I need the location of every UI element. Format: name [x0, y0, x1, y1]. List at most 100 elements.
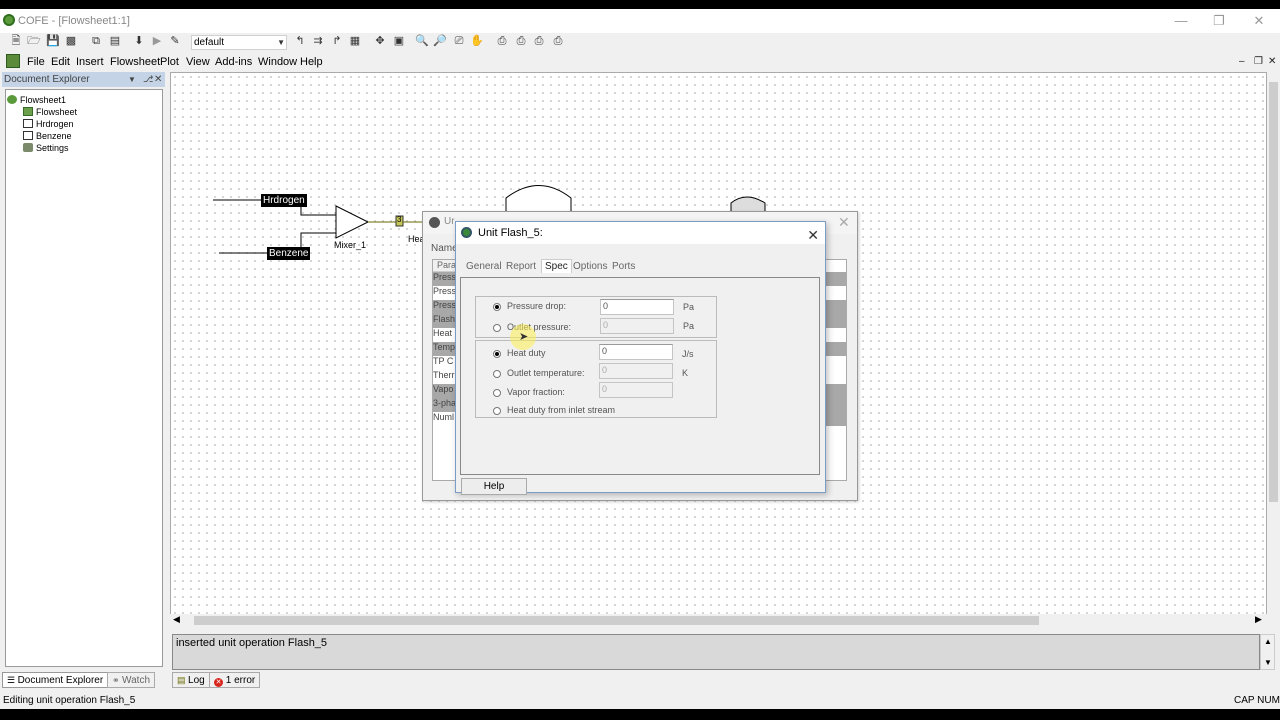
- document-icon[interactable]: [6, 54, 20, 68]
- outlet-temperature-field[interactable]: 0: [599, 363, 673, 379]
- tree-item-hrdrogen[interactable]: Hrdrogen: [23, 118, 162, 130]
- run-icon[interactable]: ▶: [150, 34, 164, 48]
- pan-icon[interactable]: ✋: [470, 34, 484, 48]
- error-icon: ✕: [214, 678, 223, 687]
- open-folder-icon[interactable]: 🗁: [27, 34, 41, 48]
- tab-options[interactable]: Options: [573, 261, 607, 272]
- stream-label-hydrogen[interactable]: Hrdrogen: [261, 194, 307, 207]
- parameter-row[interactable]: 3-pha: [433, 398, 457, 412]
- tree-item-benzene[interactable]: Benzene: [23, 130, 162, 142]
- parameter-row[interactable]: Press: [433, 272, 457, 286]
- parameter-row[interactable]: Heat: [433, 328, 457, 342]
- calculate-icon[interactable]: ⬇: [132, 34, 146, 48]
- select-icon[interactable]: ▣: [392, 34, 406, 48]
- radio-heat-duty-inlet[interactable]: [493, 407, 501, 415]
- zoom-fit-icon[interactable]: ⎚: [452, 34, 466, 48]
- close-icon[interactable]: ✕: [154, 72, 162, 87]
- parameter-row[interactable]: TP C: [433, 356, 457, 370]
- new-file-icon[interactable]: 🗎: [9, 34, 23, 48]
- document-explorer-header: Document Explorer ▼ ⎇ ✕: [2, 72, 165, 87]
- parameter-row[interactable]: Temp: [433, 342, 457, 356]
- copy-icon[interactable]: ⧉: [89, 34, 103, 48]
- mdi-minimize-button[interactable]: –: [1239, 56, 1245, 67]
- insert-unit-icon[interactable]: ▦: [348, 34, 362, 48]
- scheme-select[interactable]: default ▼: [191, 35, 287, 50]
- paste-icon[interactable]: ▤: [108, 34, 122, 48]
- tab-label: Watch: [122, 675, 151, 686]
- menu-insert[interactable]: Insert: [76, 56, 104, 68]
- menu-plot[interactable]: Plot: [160, 56, 179, 68]
- restore-button[interactable]: ❐: [1204, 11, 1234, 31]
- log-scrollbar[interactable]: ▲ ▼: [1260, 634, 1275, 670]
- mdi-restore-button[interactable]: ❐: [1254, 56, 1263, 67]
- insert-energy-icon[interactable]: ↱: [330, 34, 344, 48]
- tree-item-flowsheet[interactable]: Flowsheet: [23, 106, 162, 118]
- save-icon[interactable]: 💾: [46, 34, 60, 48]
- help-button[interactable]: Help: [461, 478, 527, 495]
- menu-addins[interactable]: Add-ins: [215, 56, 252, 68]
- print-setup-icon[interactable]: ⎙: [532, 34, 546, 48]
- print-icon[interactable]: ⎙: [495, 34, 509, 48]
- print-preview-icon[interactable]: ⎙: [514, 34, 528, 48]
- outlet-pressure-field[interactable]: 0: [600, 318, 674, 334]
- menu-window[interactable]: Window: [258, 56, 297, 68]
- parameter-row[interactable]: Therr: [433, 370, 457, 384]
- tab-spec[interactable]: Spec: [541, 259, 572, 273]
- parameter-row[interactable]: Press: [433, 286, 457, 300]
- menu-view[interactable]: View: [186, 56, 210, 68]
- tab-watch[interactable]: ⚭ Watch: [107, 672, 156, 688]
- scroll-up-icon[interactable]: ▲: [1264, 637, 1272, 646]
- tree-item-flowsheet1[interactable]: Flowsheet1: [7, 94, 162, 106]
- heat-duty-field[interactable]: 0: [599, 344, 673, 360]
- parameter-row[interactable]: Press: [433, 300, 457, 314]
- tab-report[interactable]: Report: [506, 261, 536, 272]
- radio-outlet-pressure[interactable]: [493, 324, 501, 332]
- scroll-down-icon[interactable]: ▼: [1264, 658, 1272, 667]
- tab-general[interactable]: General: [466, 261, 502, 272]
- menu-help[interactable]: Help: [300, 56, 323, 68]
- insert-stream-icon[interactable]: ⇉: [311, 34, 325, 48]
- zoom-out-icon[interactable]: 🔎: [433, 34, 447, 48]
- minimize-button[interactable]: —: [1166, 11, 1196, 31]
- radio-heat-duty[interactable]: [493, 350, 501, 358]
- parameter-row[interactable]: Flash: [433, 314, 457, 328]
- scroll-left-icon[interactable]: ◀: [173, 614, 180, 625]
- menu-file[interactable]: File: [27, 56, 45, 68]
- radio-vapor-fraction[interactable]: [493, 389, 501, 397]
- tab-document-explorer[interactable]: ☰ Document Explorer: [2, 672, 109, 688]
- unit-label-mixer[interactable]: Mixer_1: [334, 240, 366, 250]
- export-icon[interactable]: ⎙: [551, 34, 565, 48]
- close-icon[interactable]: ✕: [838, 214, 850, 231]
- connect-icon[interactable]: ↰: [293, 34, 307, 48]
- chevron-down-icon[interactable]: ▼: [128, 72, 136, 87]
- log-message: inserted unit operation Flash_5: [176, 637, 328, 649]
- vapor-fraction-field[interactable]: 0: [599, 382, 673, 398]
- radio-outlet-temperature[interactable]: [493, 370, 501, 378]
- save-as-icon[interactable]: ▩: [64, 34, 78, 48]
- radio-pressure-drop[interactable]: [493, 303, 501, 311]
- value-column: [825, 259, 847, 481]
- tab-errors[interactable]: ✕ 1 error: [209, 672, 261, 688]
- flash-vessel-shape: [505, 185, 572, 213]
- clear-icon[interactable]: ✎: [168, 34, 182, 48]
- zoom-in-icon[interactable]: 🔍: [415, 34, 429, 48]
- close-icon[interactable]: ✕: [807, 224, 819, 246]
- scrollbar-thumb[interactable]: [1269, 82, 1278, 502]
- tab-ports[interactable]: Ports: [612, 261, 635, 272]
- parameter-row[interactable]: Numl: [433, 412, 457, 426]
- parameter-row[interactable]: Vapo: [433, 384, 457, 398]
- stream-label-benzene[interactable]: Benzene: [267, 247, 311, 260]
- horizontal-scrollbar[interactable]: ◀ ▶: [170, 614, 1267, 627]
- scroll-right-icon[interactable]: ▶: [1255, 614, 1262, 625]
- pin-icon[interactable]: ⎇: [143, 72, 153, 87]
- vertical-scrollbar[interactable]: [1267, 72, 1280, 617]
- menu-flowsheet[interactable]: Flowsheet: [110, 56, 160, 68]
- tree-item-settings[interactable]: Settings: [23, 142, 162, 154]
- close-button[interactable]: ✕: [1244, 11, 1274, 31]
- move-icon[interactable]: ✥: [373, 34, 387, 48]
- scrollbar-thumb[interactable]: [194, 616, 1039, 625]
- mdi-close-button[interactable]: ✕: [1268, 56, 1276, 67]
- pressure-drop-field[interactable]: 0: [600, 299, 674, 315]
- menu-edit[interactable]: Edit: [51, 56, 70, 68]
- tab-log[interactable]: ▤ Log: [172, 672, 210, 688]
